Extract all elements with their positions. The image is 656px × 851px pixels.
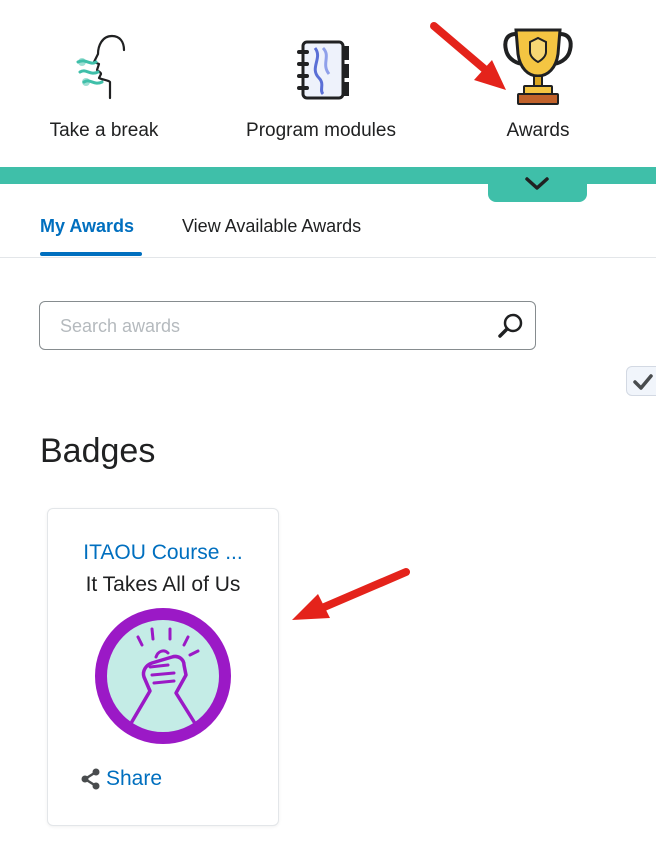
- tab-my-awards[interactable]: My Awards: [40, 216, 134, 237]
- share-label: Share: [106, 767, 163, 790]
- section-title-badges: Badges: [40, 432, 156, 470]
- selection-checkbox[interactable]: [626, 366, 656, 396]
- tab-view-available-awards[interactable]: View Available Awards: [182, 216, 361, 237]
- search-button[interactable]: [497, 312, 525, 340]
- top-navigation: Take a break Program modules Awards: [0, 0, 656, 170]
- chevron-down-icon: [525, 177, 549, 190]
- nav-label-take-a-break: Take a break: [49, 120, 159, 141]
- share-button[interactable]: Share: [80, 767, 162, 791]
- nav-item-take-a-break[interactable]: Take a break: [40, 0, 168, 160]
- badge-name: It Takes All of Us: [85, 573, 241, 596]
- notebook-icon: [297, 40, 349, 100]
- awards-tabs: My Awards View Available Awards: [0, 200, 656, 258]
- active-tab-indicator: [40, 252, 142, 256]
- nav-item-program-modules[interactable]: Program modules: [238, 0, 404, 160]
- clasped-hands-badge-icon: [95, 608, 231, 744]
- checkmark-icon: [633, 374, 653, 390]
- annotation-arrow-badge: [292, 568, 410, 620]
- badge-course-link[interactable]: ITAOU Course ...: [58, 541, 268, 565]
- nav-label-awards: Awards: [506, 120, 570, 141]
- nav-label-program-modules: Program modules: [246, 120, 396, 141]
- search-input[interactable]: [58, 312, 462, 340]
- annotation-arrow-awards: [430, 22, 506, 90]
- badge-card[interactable]: ITAOU Course ... It Takes All of Us Shar…: [47, 508, 279, 826]
- collapse-nav-button[interactable]: [488, 167, 587, 202]
- share-icon: [81, 768, 100, 790]
- search-box: [39, 301, 536, 350]
- search-icon: [498, 313, 523, 338]
- breathing-face-icon: [76, 34, 126, 100]
